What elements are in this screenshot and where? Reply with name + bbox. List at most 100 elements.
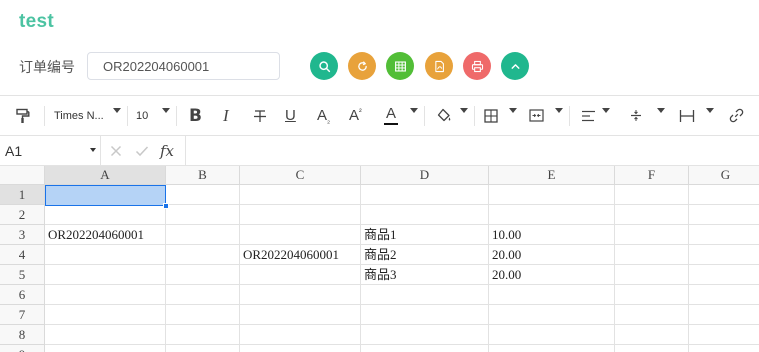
fill-color-caret[interactable] <box>460 91 468 130</box>
refresh-icon <box>357 60 367 71</box>
italic-button[interactable]: I <box>223 96 229 135</box>
row-header-3[interactable]: 3 <box>0 225 45 245</box>
cell-reference-box[interactable]: A1 <box>0 136 101 165</box>
vertical-align-button[interactable] <box>630 96 642 135</box>
fill-handle[interactable] <box>163 203 169 209</box>
cell-e4[interactable]: 20.00 <box>489 245 521 265</box>
grid-line <box>45 244 759 245</box>
row-header-6[interactable]: 6 <box>0 285 45 305</box>
grid-line <box>165 185 166 352</box>
font-size-select[interactable]: 10 <box>136 96 148 135</box>
underline-button[interactable]: U <box>285 96 296 135</box>
row-header-9[interactable]: 9 <box>0 345 45 352</box>
border-grid-icon <box>484 108 498 123</box>
select-all-corner[interactable] <box>0 166 45 185</box>
row-header-1[interactable]: 1 <box>0 185 45 205</box>
cell-d4[interactable]: 商品2 <box>361 245 397 265</box>
cell-d5[interactable]: 商品3 <box>361 265 397 285</box>
chevron-down-icon <box>410 108 418 113</box>
excel-icon <box>394 60 406 72</box>
format-painter-button[interactable] <box>16 96 30 135</box>
font-color-label: A <box>385 104 396 122</box>
subscript-label: A <box>317 107 328 124</box>
chevron-down-icon <box>90 148 96 152</box>
text-wrap-icon <box>679 109 695 122</box>
fill-color-button[interactable] <box>437 96 452 135</box>
border-caret[interactable] <box>509 91 517 130</box>
insert-link-button[interactable] <box>729 96 744 135</box>
bold-button[interactable]: B <box>189 96 202 135</box>
text-wrap-button[interactable] <box>679 96 695 135</box>
strikethrough-button[interactable] <box>253 96 267 135</box>
font-family-value: Times N... <box>54 109 104 122</box>
column-header-e[interactable]: E <box>489 166 615 185</box>
toolbar-divider <box>176 106 177 126</box>
close-icon <box>110 145 122 156</box>
pdf-icon <box>434 60 444 72</box>
print-button[interactable] <box>463 52 491 80</box>
order-number-label: 订单编号 <box>19 59 75 75</box>
row-header-5[interactable]: 5 <box>0 265 45 285</box>
collapse-button[interactable] <box>501 52 529 80</box>
function-icon[interactable]: fx <box>160 136 174 165</box>
merge-cells-icon <box>529 109 544 122</box>
printer-icon <box>471 60 483 72</box>
toolbar-divider <box>44 106 45 126</box>
row-header-8[interactable]: 8 <box>0 325 45 345</box>
column-header-a[interactable]: A <box>45 166 166 185</box>
link-icon <box>729 108 744 123</box>
search-button[interactable] <box>310 52 338 80</box>
row-header-2[interactable]: 2 <box>0 205 45 225</box>
cell-a3[interactable]: OR202204060001 <box>45 225 144 245</box>
font-color-caret[interactable] <box>410 91 418 130</box>
grid-line <box>614 185 615 352</box>
cell-d3[interactable]: 商品1 <box>361 225 397 245</box>
spreadsheet-grid[interactable]: A B C D E F G 1 2 3 4 5 6 7 8 9 OR202204… <box>0 166 759 352</box>
grid-line <box>688 185 689 352</box>
grid-line <box>45 264 759 265</box>
row-header-7[interactable]: 7 <box>0 305 45 325</box>
chevron-down-icon <box>706 108 714 113</box>
row-header-4[interactable]: 4 <box>0 245 45 265</box>
cell-c4[interactable]: OR202204060001 <box>240 245 339 265</box>
chevron-down-icon <box>657 108 665 113</box>
order-number-input[interactable] <box>87 52 280 80</box>
chevron-down-icon <box>602 108 610 113</box>
excel-export-button[interactable] <box>386 52 414 80</box>
pdf-export-button[interactable] <box>425 52 453 80</box>
text-wrap-caret[interactable] <box>706 91 714 130</box>
confirm-edit-button[interactable] <box>135 136 149 165</box>
cell-e3[interactable]: 10.00 <box>489 225 521 245</box>
horizontal-align-button[interactable] <box>581 96 596 135</box>
font-size-caret[interactable] <box>162 91 170 130</box>
chevron-down-icon <box>460 108 468 113</box>
superscript-button[interactable]: A² <box>349 96 362 135</box>
column-header-b[interactable]: B <box>166 166 240 185</box>
merge-cells-button[interactable] <box>529 96 544 135</box>
horizontal-align-caret[interactable] <box>602 91 610 130</box>
column-header-g[interactable]: G <box>689 166 759 185</box>
superscript-label: A <box>349 107 360 124</box>
vertical-align-icon <box>631 110 641 121</box>
column-header-d[interactable]: D <box>361 166 489 185</box>
font-family-caret[interactable] <box>113 91 121 130</box>
subscript-button[interactable]: A₂ <box>317 96 330 135</box>
grid-line <box>45 224 759 225</box>
selected-cell-a1[interactable] <box>45 185 166 206</box>
column-header-c[interactable]: C <box>240 166 361 185</box>
chevron-down-icon <box>555 108 563 113</box>
formula-bar: A1 fx <box>0 136 759 166</box>
cancel-edit-button[interactable] <box>110 136 122 165</box>
font-color-button[interactable]: A <box>384 96 398 135</box>
vertical-align-caret[interactable] <box>657 91 665 130</box>
border-button[interactable] <box>484 96 498 135</box>
font-family-select[interactable]: Times N... <box>54 96 104 135</box>
reset-button[interactable] <box>348 52 376 80</box>
merge-cells-caret[interactable] <box>555 91 563 130</box>
column-header-f[interactable]: F <box>615 166 689 185</box>
paint-bucket-icon <box>437 108 451 122</box>
cell-reference-value: A1 <box>5 143 23 159</box>
toolbar-divider <box>569 106 570 126</box>
paint-brush-icon <box>16 108 30 123</box>
cell-e5[interactable]: 20.00 <box>489 265 521 285</box>
